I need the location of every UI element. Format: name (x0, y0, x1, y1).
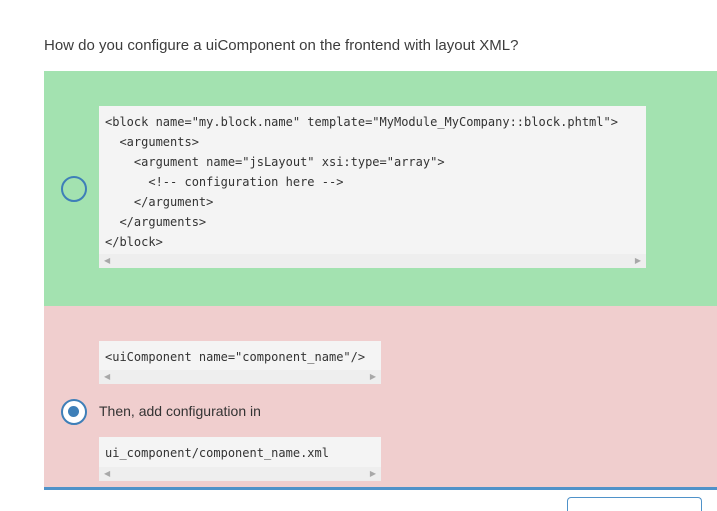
code-block-option-2-bottom: ui_component/component_name.xml ◀ ▶ (99, 437, 381, 481)
radio-option-2[interactable] (61, 399, 87, 425)
section-divider (44, 487, 717, 490)
code-text-option-2-top: <uiComponent name="component_name"/> (105, 350, 366, 364)
code-block-option-2-top: <uiComponent name="component_name"/> ◀ ▶ (99, 341, 381, 384)
scroll-left-arrow-icon[interactable]: ◀ (104, 370, 110, 384)
answer-option-2[interactable]: <uiComponent name="component_name"/> ◀ ▶… (44, 306, 717, 487)
scroll-left-arrow-icon[interactable]: ◀ (104, 467, 110, 481)
scroll-right-arrow-icon[interactable]: ▶ (635, 254, 641, 268)
horizontal-scrollbar[interactable]: ◀ ▶ (99, 467, 381, 481)
radio-option-1[interactable] (61, 176, 87, 202)
code-text-option-1: <block name="my.block.name" template="My… (105, 115, 618, 249)
scroll-left-arrow-icon[interactable]: ◀ (104, 254, 110, 268)
horizontal-scrollbar[interactable]: ◀ ▶ (99, 254, 646, 268)
question-text: How do you configure a uiComponent on th… (44, 37, 519, 54)
scroll-right-arrow-icon[interactable]: ▶ (370, 467, 376, 481)
option-2-text: Then, add configuration in (99, 403, 261, 419)
answer-option-1[interactable]: <block name="my.block.name" template="My… (44, 71, 717, 306)
code-block-option-1: <block name="my.block.name" template="My… (99, 106, 646, 268)
code-text-option-2-bottom: ui_component/component_name.xml (105, 446, 329, 460)
scroll-right-arrow-icon[interactable]: ▶ (370, 370, 376, 384)
next-button[interactable] (567, 497, 702, 511)
horizontal-scrollbar[interactable]: ◀ ▶ (99, 370, 381, 384)
